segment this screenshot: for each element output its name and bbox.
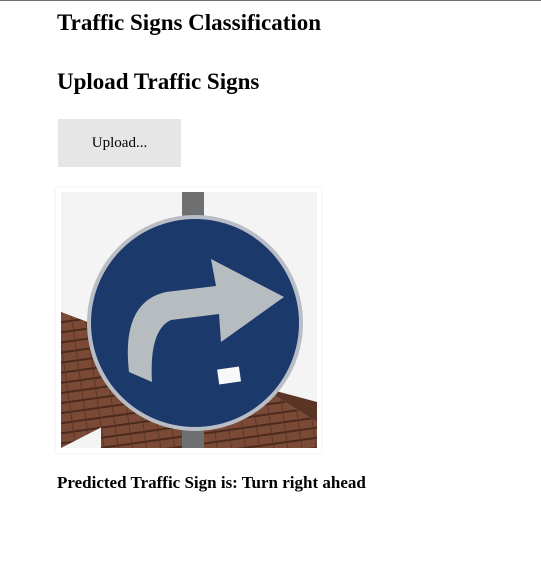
upload-heading: Upload Traffic Signs [57,69,260,94]
uploaded-image-frame [56,188,321,453]
prediction-result: Predicted Traffic Sign is: Turn right ah… [57,473,366,492]
turn-right-ahead-sign-icon [61,192,317,448]
page-title: Traffic Signs Classification [57,10,322,35]
top-border [0,0,541,1]
upload-button[interactable]: Upload... [58,119,181,167]
